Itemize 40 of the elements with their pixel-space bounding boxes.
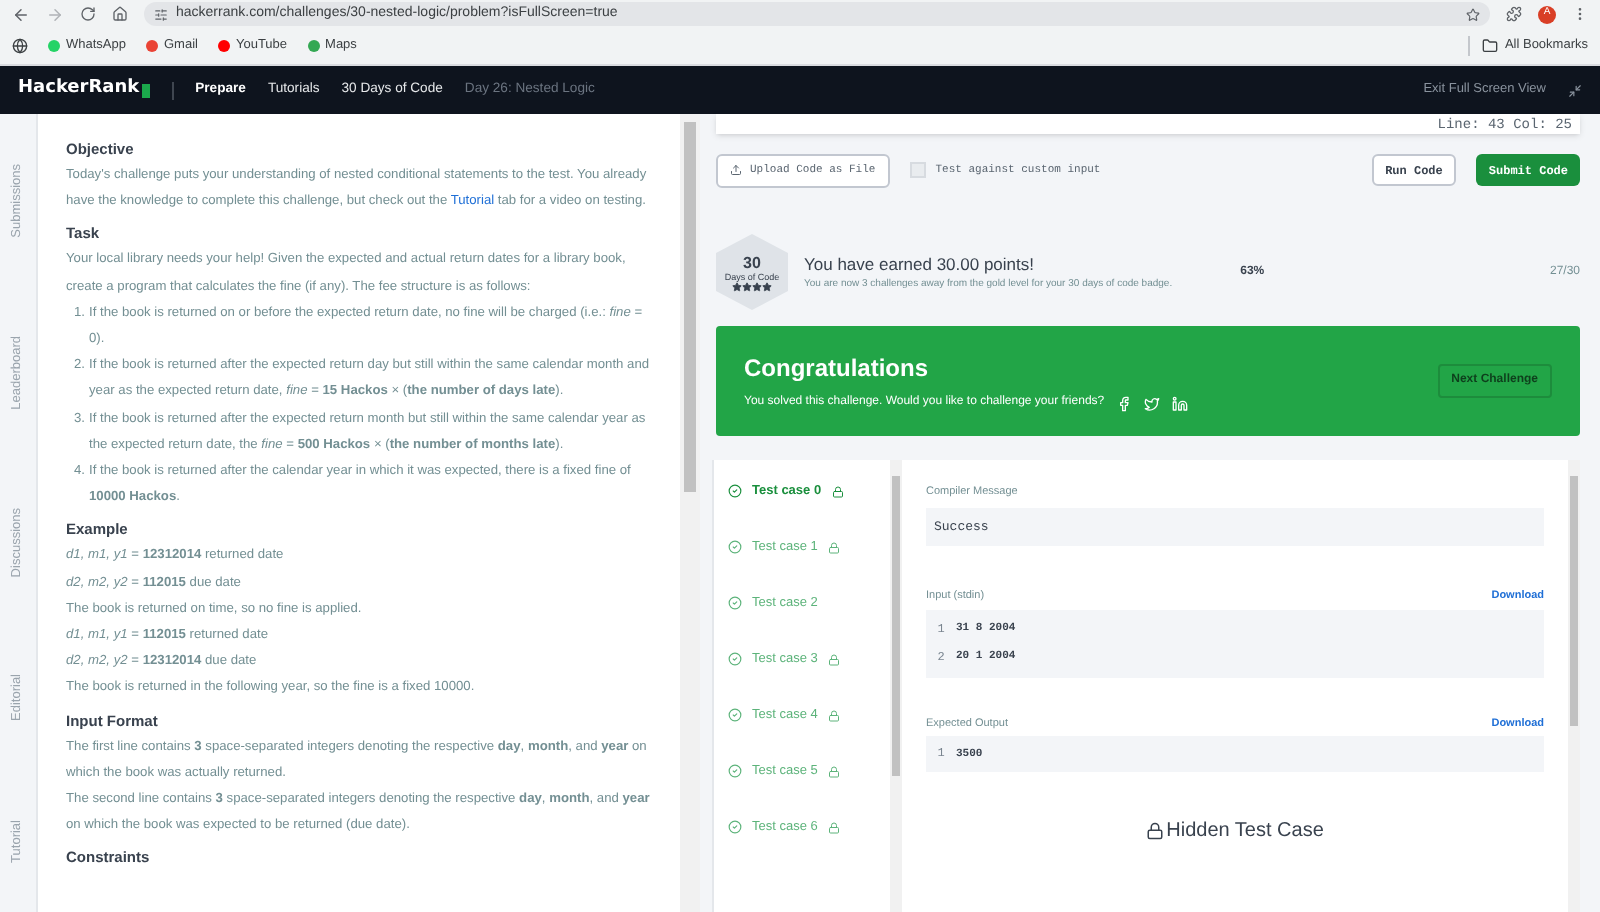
lock-icon [827, 541, 840, 553]
scrollbar-thumb[interactable] [1570, 476, 1578, 726]
linkedin-icon[interactable] [1172, 395, 1189, 411]
banner-title: Congratulations [744, 352, 930, 386]
site-icon [48, 40, 60, 52]
home-icon[interactable] [112, 6, 128, 22]
check-circle-icon [728, 484, 742, 498]
twitter-icon[interactable] [1144, 395, 1161, 411]
lock-icon [827, 821, 840, 833]
badge-number: 30 [743, 253, 761, 271]
scrollbar-thumb[interactable] [684, 122, 696, 492]
check-circle-icon [728, 708, 742, 722]
folder-icon [1482, 38, 1499, 54]
check-circle-icon [728, 820, 742, 834]
check-circle-icon [728, 652, 742, 666]
lock-icon [827, 765, 840, 777]
checkbox[interactable] [909, 162, 926, 178]
site-settings-icon[interactable] [154, 7, 168, 21]
site-icon [146, 40, 158, 52]
collapse-icon[interactable] [1568, 83, 1582, 97]
site-icon [307, 40, 320, 52]
facebook-icon[interactable] [1116, 395, 1133, 411]
site-icon [217, 40, 230, 52]
scrollbar-thumb[interactable] [892, 476, 900, 776]
check-circle-icon [728, 540, 742, 554]
logo[interactable]: HackerRank [18, 76, 150, 104]
lock-icon [1146, 821, 1165, 840]
lock-icon [827, 653, 840, 665]
upload-icon [730, 164, 742, 176]
lock-icon [831, 485, 844, 497]
hidden-test-case-title: Hidden Test Case [1166, 817, 1324, 846]
apps-icon[interactable] [12, 38, 28, 54]
check-circle-icon [728, 596, 742, 610]
extensions-icon[interactable] [1506, 6, 1522, 22]
reload-icon[interactable] [80, 6, 96, 22]
points-title: You have earned 30.00 points! [804, 251, 1037, 278]
bookmark-star-icon[interactable] [1466, 7, 1480, 21]
back-icon[interactable] [12, 5, 30, 23]
check-circle-icon [728, 764, 742, 778]
lock-icon [827, 709, 840, 721]
